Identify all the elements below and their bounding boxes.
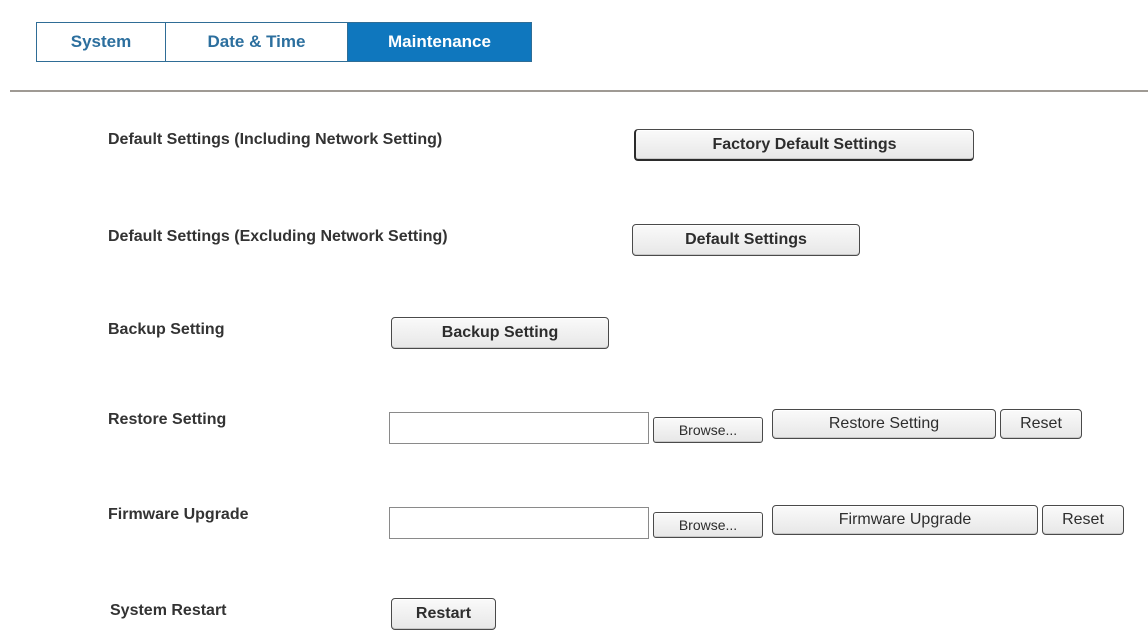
tab-date-time[interactable]: Date & Time — [165, 23, 347, 61]
backup-setting-label: Backup Setting — [108, 321, 225, 338]
default-settings-button[interactable]: Default Settings — [632, 224, 860, 256]
restore-reset-button[interactable]: Reset — [1000, 409, 1082, 439]
backup-setting-button[interactable]: Backup Setting — [391, 317, 609, 349]
restore-file-input[interactable] — [389, 412, 649, 444]
firmware-browse-button[interactable]: Browse... — [653, 512, 763, 538]
firmware-upgrade-button[interactable]: Firmware Upgrade — [772, 505, 1038, 535]
restore-setting-label: Restore Setting — [108, 411, 227, 428]
restore-browse-button[interactable]: Browse... — [653, 417, 763, 443]
default-settings-label: Default Settings (Excluding Network Sett… — [108, 228, 448, 245]
restart-button[interactable]: Restart — [391, 598, 496, 630]
firmware-file-input[interactable] — [389, 507, 649, 539]
tab-maintenance[interactable]: Maintenance — [347, 23, 531, 61]
factory-default-label: Default Settings (Including Network Sett… — [108, 131, 443, 148]
factory-default-button[interactable]: Factory Default Settings — [634, 129, 974, 161]
tab-system[interactable]: System — [37, 23, 165, 61]
restore-setting-button[interactable]: Restore Setting — [772, 409, 996, 439]
maintenance-page: System Date & Time Maintenance Default S… — [0, 0, 1148, 630]
tab-bar: System Date & Time Maintenance — [36, 22, 532, 62]
system-restart-label: System Restart — [110, 602, 227, 619]
header-divider — [10, 90, 1148, 92]
firmware-upgrade-label: Firmware Upgrade — [108, 506, 249, 523]
firmware-reset-button[interactable]: Reset — [1042, 505, 1124, 535]
